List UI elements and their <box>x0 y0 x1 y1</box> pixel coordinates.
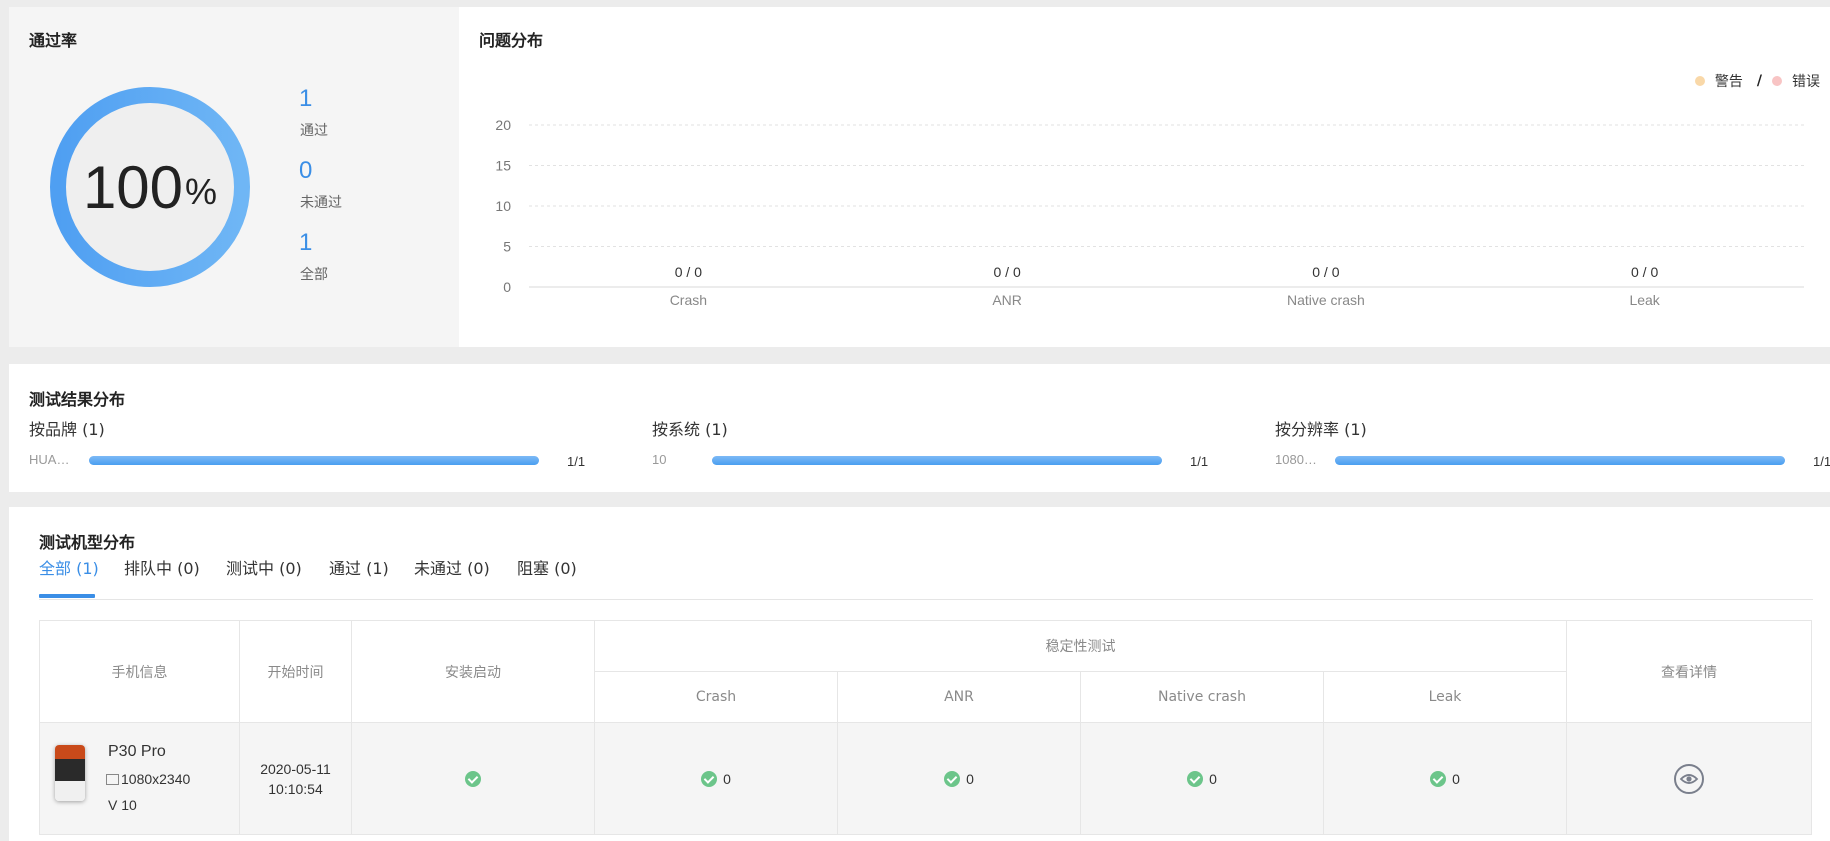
install-success-icon <box>465 771 481 788</box>
tab-baseline <box>39 599 1813 600</box>
details-cell <box>1566 722 1812 835</box>
data-label: 0 / 0 <box>1312 264 1339 280</box>
leak-count: 0 <box>1452 771 1460 788</box>
tab-blocked[interactable]: 阻塞 (0) <box>517 555 577 579</box>
data-label: 0 / 0 <box>1631 264 1658 280</box>
y-tick-label: 20 <box>495 117 511 133</box>
brand-category: HUA… <box>29 452 70 467</box>
header-crash: Crash <box>594 671 838 723</box>
x-tick-label: Leak <box>1629 292 1660 308</box>
y-tick-label: 15 <box>495 158 511 174</box>
tab-testing[interactable]: 测试中 (0) <box>226 555 302 579</box>
phone-info-cell: P30 Pro 1080x2340 V 10 <box>39 722 240 835</box>
tab-all[interactable]: 全部 (1) <box>39 555 99 579</box>
start-date: 2020-05-11 <box>260 760 331 777</box>
crash-ok-icon <box>701 771 718 788</box>
system-bar-fill <box>712 456 1162 465</box>
header-leak: Leak <box>1323 671 1567 723</box>
result-distribution-panel: 测试结果分布 按品牌 (1) HUA… 1/1 按系统 (1) 10 1/1 按… <box>9 364 1830 492</box>
device-table: 手机信息 开始时间 安装启动 稳定性测试 查看详情 Crash ANR Nati… <box>39 620 1812 835</box>
resolution-value: 1080x2340 <box>121 771 191 787</box>
brand-bar-fill <box>89 456 539 465</box>
header-stability: 稳定性测试 <box>594 620 1567 672</box>
pass-rate-panel: 通过率 100% 1 通过 0 未通过 1 全部 <box>9 7 459 347</box>
header-phone-info: 手机信息 <box>39 620 240 723</box>
pass-rate-value: 100% <box>45 82 255 292</box>
failed-label: 未通过 <box>300 195 342 211</box>
active-tab-indicator <box>39 594 95 598</box>
x-tick-label: Native crash <box>1287 292 1365 308</box>
anr-ok-icon <box>944 771 961 788</box>
native-crash-ok-icon <box>1187 771 1204 788</box>
view-details-eye-icon[interactable] <box>1674 763 1704 794</box>
tab-failed[interactable]: 未通过 (0) <box>414 555 490 579</box>
system-bar <box>712 456 1162 465</box>
header-details: 查看详情 <box>1566 620 1812 723</box>
system-category: 10 <box>652 452 667 467</box>
y-tick-label: 0 <box>503 279 511 295</box>
resolution-icon <box>106 773 119 785</box>
by-resolution-label: 按分辨率 (1) <box>1275 420 1367 439</box>
header-install: 安装启动 <box>351 620 595 723</box>
total-label: 全部 <box>300 267 328 283</box>
anr-cell: 0 <box>837 722 1081 835</box>
issue-distribution-chart: 0 5 10 15 20 0 / 0 Crash 0 / 0 ANR 0 / 0 Native cr… <box>495 117 1804 308</box>
install-cell <box>351 722 595 835</box>
passed-label: 通过 <box>300 123 328 139</box>
device-resolution: 1080x2340 <box>106 771 190 787</box>
total-count: 1 <box>299 229 313 256</box>
resolution-fraction: 1/1 <box>1813 454 1830 469</box>
crash-cell: 0 <box>594 722 838 835</box>
tab-passed[interactable]: 通过 (1) <box>329 555 389 579</box>
resolution-category: 1080… <box>1275 452 1317 467</box>
device-distribution-title: 测试机型分布 <box>39 533 136 552</box>
start-time-cell: 2020-05-11 10:10:54 <box>239 722 352 835</box>
phone-screenshot <box>55 745 85 801</box>
passed-count: 1 <box>299 85 313 112</box>
leak-cell: 0 <box>1323 722 1567 835</box>
brand-bar <box>89 456 539 465</box>
device-os-version: V 10 <box>108 797 137 813</box>
header-anr: ANR <box>837 671 1081 723</box>
data-label: 0 / 0 <box>675 264 702 280</box>
pass-rate-title: 通过率 <box>29 31 78 50</box>
native-crash-cell: 0 <box>1080 722 1324 835</box>
anr-count: 0 <box>966 771 974 788</box>
y-tick-label: 10 <box>495 198 511 214</box>
percent-sign: % <box>185 171 218 212</box>
tab-queued[interactable]: 排队中 (0) <box>124 555 200 579</box>
issue-distribution-panel: 问题分布 警告 / 错误 0 5 10 15 20 0 / 0 Crash 0 / 0 ANR 0… <box>459 7 1830 347</box>
crash-count: 0 <box>723 771 731 788</box>
x-tick-label: Crash <box>670 292 707 308</box>
failed-count: 0 <box>299 157 313 184</box>
resolution-bar-fill <box>1335 456 1785 465</box>
brand-fraction: 1/1 <box>567 454 586 469</box>
by-brand-label: 按品牌 (1) <box>29 420 105 439</box>
device-model: P30 Pro <box>108 743 166 760</box>
header-native-crash: Native crash <box>1080 671 1324 723</box>
system-fraction: 1/1 <box>1190 454 1209 469</box>
start-time: 10:10:54 <box>268 780 323 797</box>
pass-rate-number: 100 <box>82 153 184 221</box>
resolution-bar <box>1335 456 1785 465</box>
data-label: 0 / 0 <box>994 264 1021 280</box>
x-tick-label: ANR <box>992 292 1022 308</box>
by-system-label: 按系统 (1) <box>652 420 728 439</box>
table-row: P30 Pro 1080x2340 V 10 2020-05-11 10:10:… <box>39 722 1812 835</box>
result-distribution-title: 测试结果分布 <box>29 390 126 409</box>
native-crash-count: 0 <box>1209 771 1217 788</box>
header-start-time: 开始时间 <box>239 620 352 723</box>
y-tick-label: 5 <box>503 239 511 255</box>
leak-ok-icon <box>1430 771 1447 788</box>
